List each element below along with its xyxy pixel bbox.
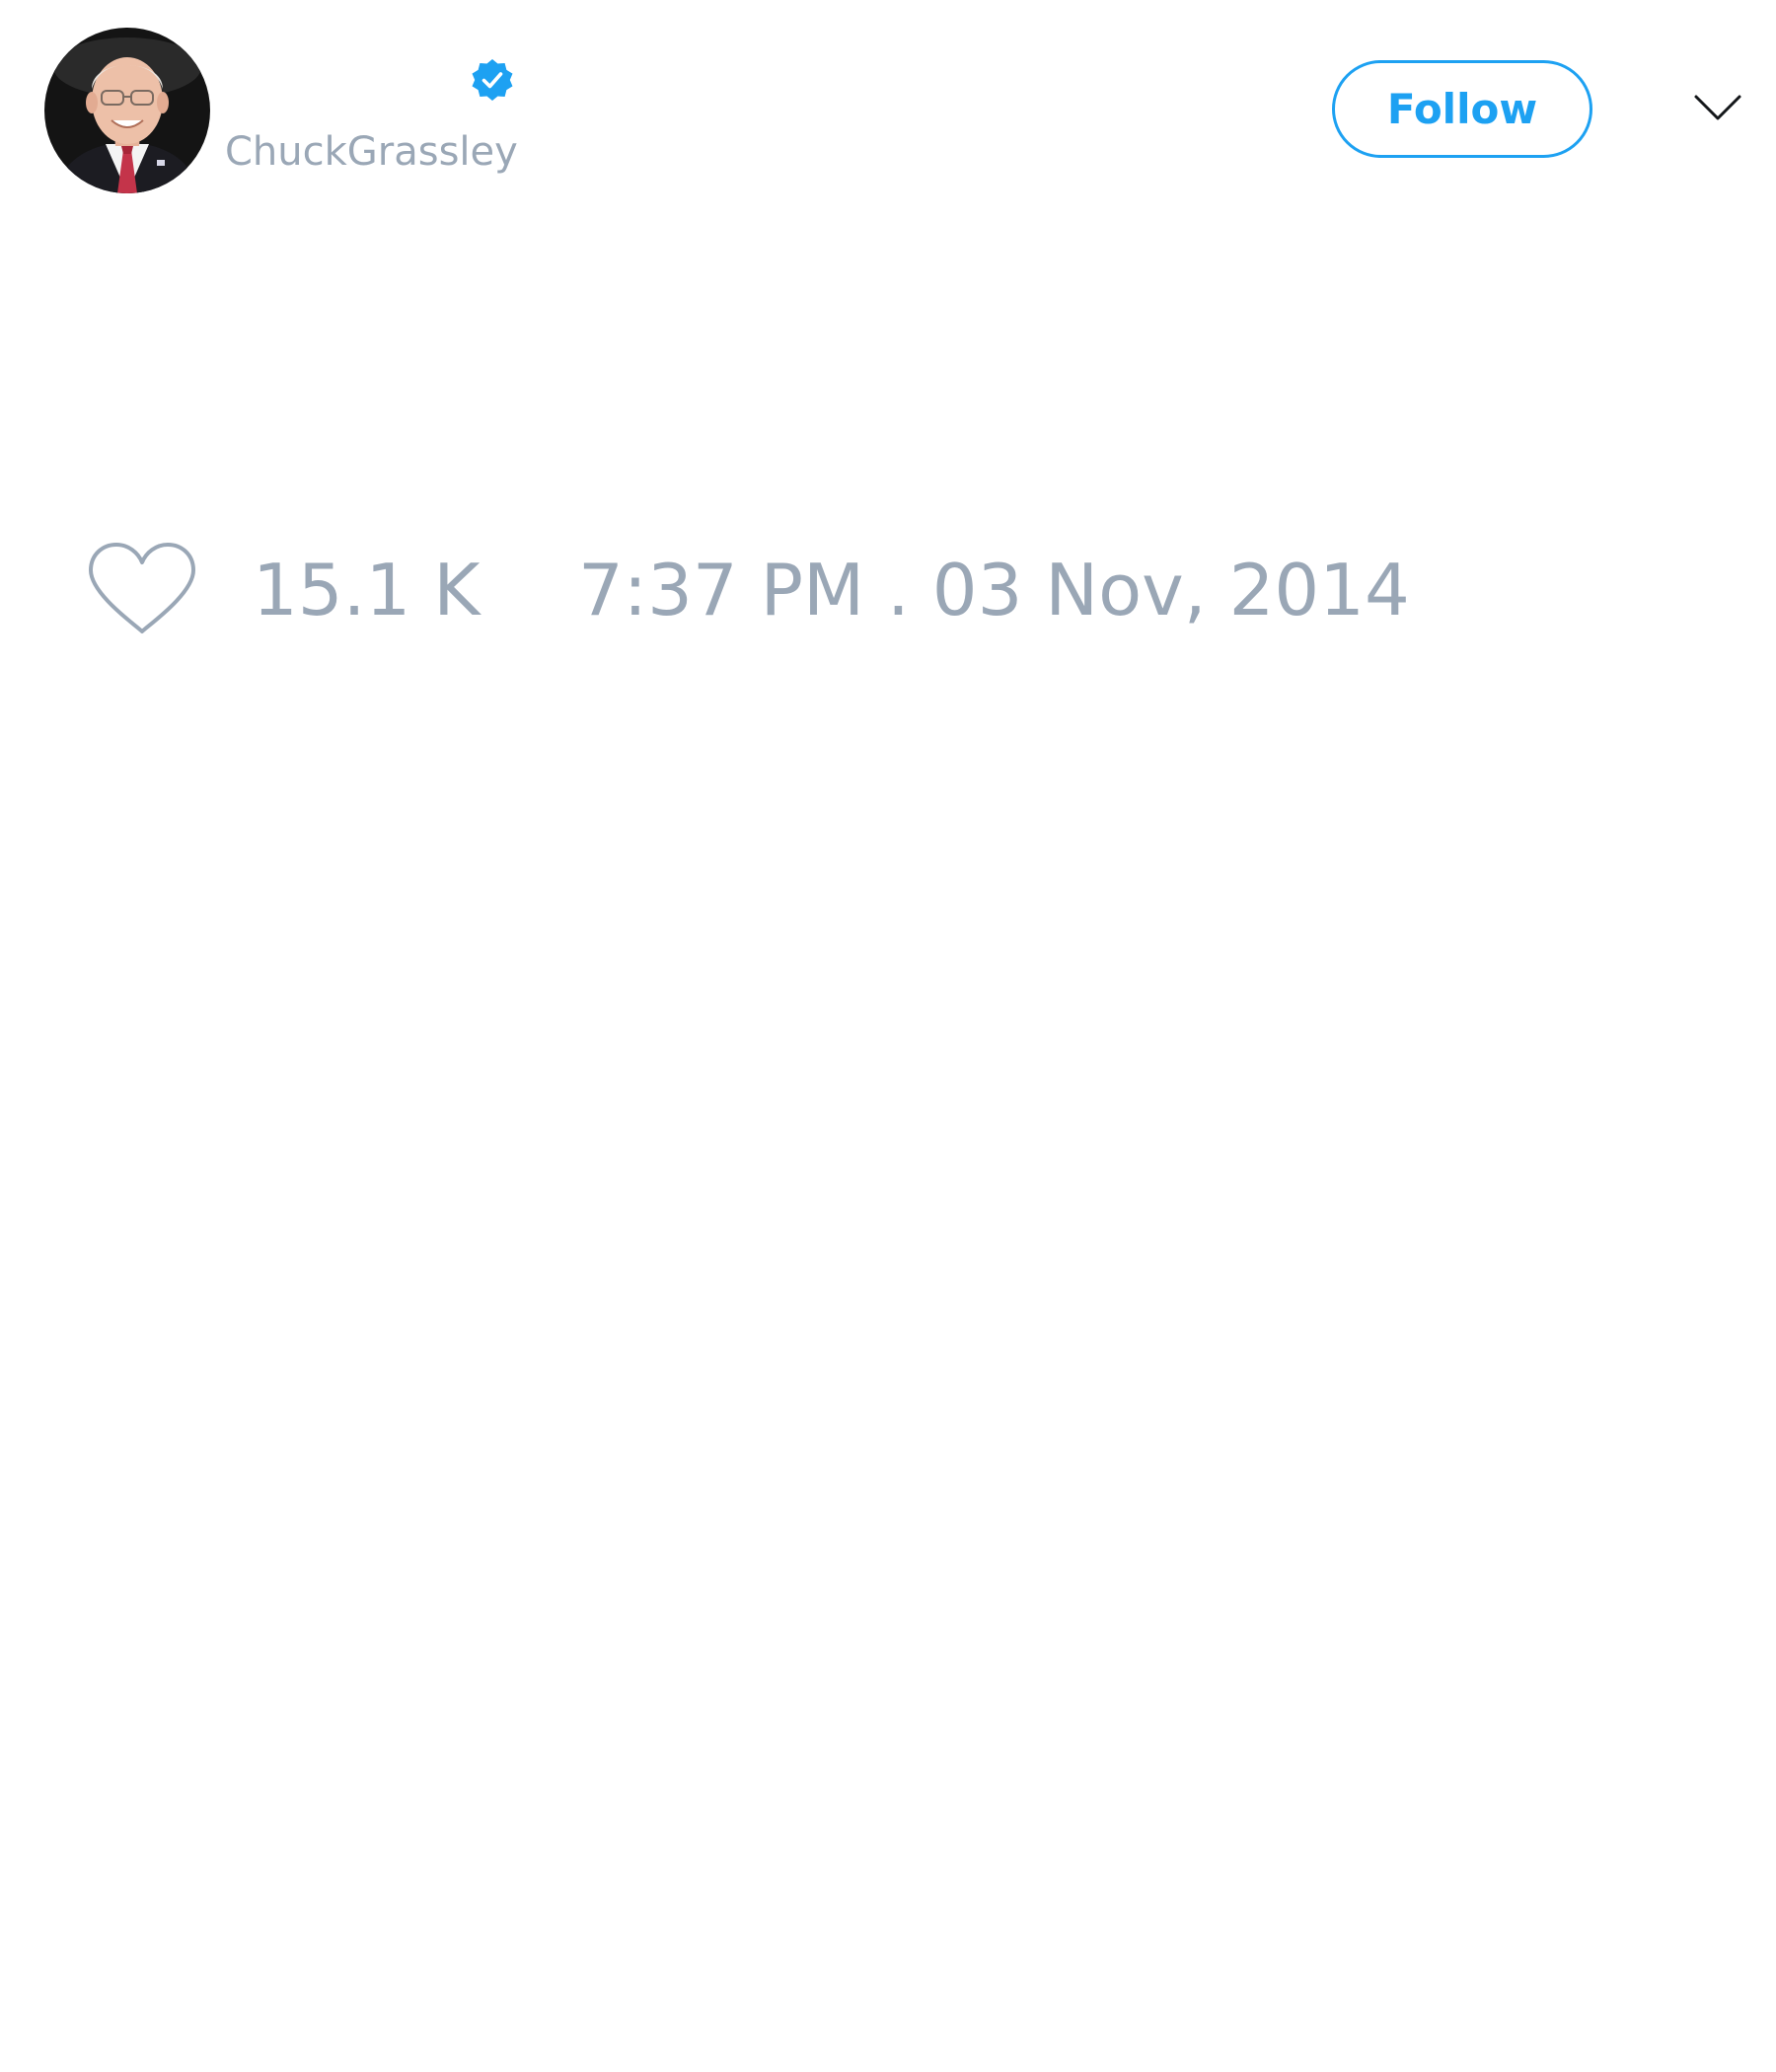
tweet-card: ChuckGrassley Follow 15.1 K 7:37 PM . 03… <box>0 0 1776 2072</box>
verified-badge-icon <box>472 59 513 101</box>
avatar[interactable] <box>44 28 210 193</box>
like-count: 15.1 K <box>253 549 481 631</box>
tweet-timestamp[interactable]: 7:37 PM . 03 Nov, 2014 <box>578 549 1410 631</box>
chevron-down-icon[interactable] <box>1693 93 1742 122</box>
avatar-image <box>44 28 210 193</box>
follow-button[interactable]: Follow <box>1332 60 1592 158</box>
user-handle[interactable]: ChuckGrassley <box>225 126 518 178</box>
heart-icon[interactable] <box>87 541 197 639</box>
